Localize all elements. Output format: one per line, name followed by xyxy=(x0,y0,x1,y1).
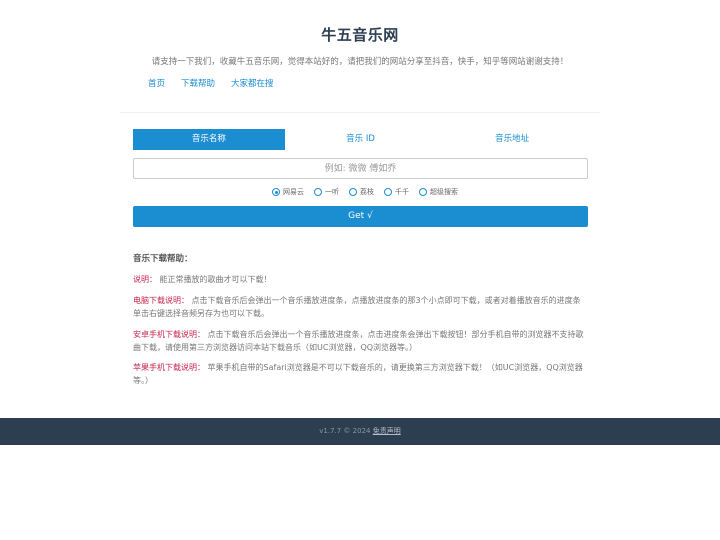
get-button[interactable]: Get √ xyxy=(133,206,588,227)
top-nav: 首页 下载帮助 大家都在搜 xyxy=(148,77,274,89)
search-input[interactable] xyxy=(133,158,588,179)
help-item-text: 能正常播放的歌曲才可以下载！ xyxy=(159,275,272,284)
source-label: 超级搜索 xyxy=(430,188,458,196)
help-item-label: 说明： xyxy=(133,275,157,284)
radio-unchecked-icon xyxy=(314,188,322,196)
footer-version: v1.7.7 © 2024 xyxy=(319,427,371,435)
help-item-label: 安卓手机下载说明： xyxy=(133,330,205,339)
divider xyxy=(120,112,600,113)
tab-music-id[interactable]: 音乐 ID xyxy=(285,129,437,150)
source-radio-group: 网易云 一听 荔枝 千千 超级搜索 xyxy=(272,187,458,197)
nav-home-link[interactable]: 首页 xyxy=(148,77,165,89)
help-item: 安卓手机下载说明： 点击下载音乐后会弹出一个音乐播放进度条，点击进度条会弹出下载… xyxy=(133,328,588,354)
source-radio-lizhi[interactable]: 荔枝 xyxy=(349,187,374,197)
radio-unchecked-icon xyxy=(419,188,427,196)
source-label: 网易云 xyxy=(283,188,304,196)
radio-unchecked-icon xyxy=(384,188,392,196)
source-radio-super-search[interactable]: 超级搜索 xyxy=(419,187,458,197)
radio-checked-icon xyxy=(272,188,280,196)
help-item: 说明： 能正常播放的歌曲才可以下载！ xyxy=(133,273,588,286)
site-title: 牛五音乐网 xyxy=(321,26,399,44)
source-radio-qianqian[interactable]: 千千 xyxy=(384,187,409,197)
source-label: 一听 xyxy=(325,188,339,196)
tab-music-name[interactable]: 音乐名称 xyxy=(133,129,285,150)
help-item-label: 苹果手机下载说明： xyxy=(133,363,205,372)
source-label: 千千 xyxy=(395,188,409,196)
search-tabs: 音乐名称 音乐 ID 音乐地址 xyxy=(133,129,588,150)
help-item-text: 点击下载音乐后会弹出一个音乐播放进度条，点播放进度条的那3个小点即可下载，或者对… xyxy=(133,296,581,318)
help-item: 苹果手机下载说明： 苹果手机自带的Safari浏览器是不可以下载音乐的，请更换第… xyxy=(133,361,588,387)
help-title: 音乐下载帮助： xyxy=(133,254,193,264)
source-radio-yiting[interactable]: 一听 xyxy=(314,187,339,197)
footer: v1.7.7 © 2024 免责声明 xyxy=(0,418,720,445)
help-item-label: 电脑下载说明： xyxy=(133,296,189,305)
tab-music-url[interactable]: 音乐地址 xyxy=(436,129,588,150)
radio-unchecked-icon xyxy=(349,188,357,196)
source-radio-netease[interactable]: 网易云 xyxy=(272,187,304,197)
help-item: 电脑下载说明： 点击下载音乐后会弹出一个音乐播放进度条，点播放进度条的那3个小点… xyxy=(133,294,588,320)
source-label: 荔枝 xyxy=(360,188,374,196)
nav-popular-searches-link[interactable]: 大家都在搜 xyxy=(231,77,274,89)
disclaimer-link[interactable]: 免责声明 xyxy=(373,427,401,435)
site-subtitle: 请支持一下我们，收藏牛五音乐网，觉得本站好的，请把我们的网站分享至抖音，快手，知… xyxy=(151,57,569,67)
nav-download-help-link[interactable]: 下载帮助 xyxy=(181,77,215,89)
